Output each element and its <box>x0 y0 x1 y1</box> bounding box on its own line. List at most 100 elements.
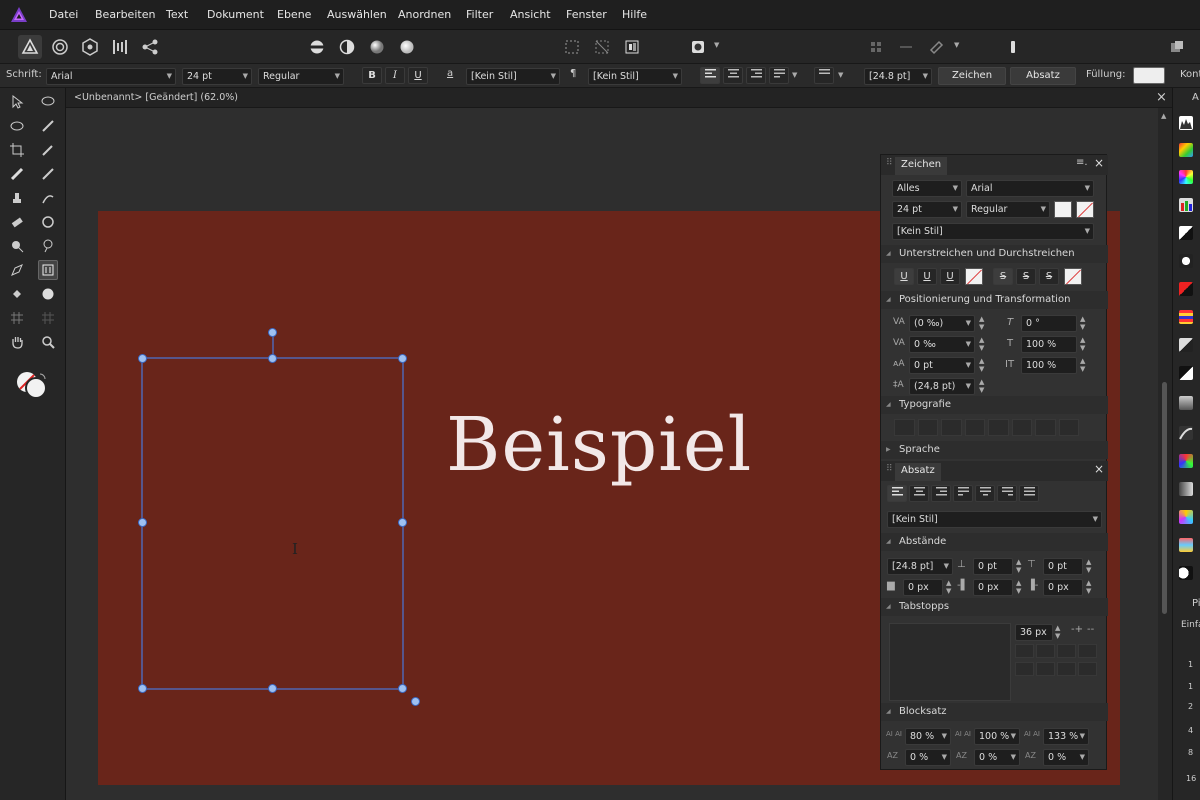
tab-absatz[interactable]: Absatz <box>895 463 941 481</box>
justify-icon[interactable] <box>769 67 789 84</box>
para-justify-left-icon[interactable] <box>953 485 973 502</box>
paint-brush-icon[interactable] <box>38 164 58 184</box>
blur-tool-icon[interactable] <box>38 212 58 232</box>
word-desired-field[interactable]: 100 % ▼ <box>974 728 1020 745</box>
bw-icon[interactable] <box>1179 482 1193 496</box>
curve-adjust-icon[interactable] <box>1179 426 1193 440</box>
para-justify-center-icon[interactable] <box>975 485 995 502</box>
stepper-icon[interactable]: ▲ ▼ <box>979 357 984 373</box>
eyedropper-icon[interactable] <box>38 140 58 160</box>
para-align-left-icon[interactable] <box>887 485 907 502</box>
clone-stamp-icon[interactable] <box>7 188 27 208</box>
add-tab-icon[interactable]: -+ <box>1071 624 1083 635</box>
subscript-icon[interactable] <box>1011 419 1032 436</box>
remove-tab-icon[interactable]: -- <box>1087 624 1094 635</box>
text-bg-swatch[interactable] <box>1076 201 1094 218</box>
panel-style-select[interactable]: Regular ▼ <box>966 201 1050 218</box>
space-after-field[interactable]: 0 pt <box>1043 558 1083 575</box>
para-style-select[interactable]: [Kein Stil] ▼ <box>588 68 682 85</box>
stepper-icon[interactable]: ▲ ▼ <box>979 336 984 352</box>
pen-tool-icon[interactable] <box>7 260 27 280</box>
panel-menu-icon[interactable]: ≡. <box>1076 157 1088 168</box>
stepper-icon[interactable]: ▲ ▼ <box>1080 357 1085 373</box>
tab-stops-list[interactable] <box>889 623 1011 701</box>
align-left-icon[interactable] <box>700 67 720 84</box>
panel-size-field[interactable]: 24 pt ▼ <box>892 201 962 218</box>
section-position[interactable]: Positionierung und Transformation <box>881 291 1108 309</box>
align-grid-icon[interactable] <box>864 35 888 59</box>
link-dropdown-icon[interactable]: ▼ <box>954 41 959 49</box>
text-frame-tool-icon[interactable] <box>38 260 58 280</box>
stepper-icon[interactable]: ▲ ▼ <box>1080 336 1085 352</box>
underline-double-button[interactable]: U <box>917 268 937 285</box>
para-justify-all-icon[interactable] <box>1019 485 1039 502</box>
menu-ansicht[interactable]: Ansicht <box>510 8 551 21</box>
underline-thick-button[interactable]: U <box>940 268 960 285</box>
contrast-icon[interactable] <box>335 35 359 59</box>
ellipse-select-icon[interactable] <box>7 116 27 136</box>
zoom-tool-icon[interactable] <box>38 332 58 352</box>
kerning-field[interactable]: 0 ‰ ▼ <box>909 336 975 353</box>
space-before-field[interactable]: 0 pt <box>973 558 1013 575</box>
para-align-center-icon[interactable] <box>909 485 929 502</box>
lasso-tool-icon[interactable] <box>38 92 58 112</box>
text-fill-swatch[interactable] <box>1054 201 1072 218</box>
panel-font-select[interactable]: Arial ▼ <box>966 180 1094 197</box>
word-min-field[interactable]: 80 % ▼ <box>905 728 951 745</box>
vignette-icon[interactable] <box>1179 566 1193 580</box>
grip-icon[interactable]: ⠿ <box>886 464 893 474</box>
text-overflow-handle[interactable] <box>411 697 420 706</box>
menu-fenster[interactable]: Fenster <box>566 8 607 21</box>
section-language[interactable]: Sprache <box>881 441 1108 459</box>
font-family-select[interactable]: Arial ▼ <box>46 68 176 85</box>
bold-button[interactable]: B <box>362 67 382 84</box>
healing-icon[interactable] <box>38 188 58 208</box>
left-indent-field[interactable]: 0 px <box>973 579 1013 596</box>
link-icon[interactable] <box>924 35 948 59</box>
word-max-field[interactable]: 133 % ▼ <box>1043 728 1089 745</box>
letter-desired-field[interactable]: 0 % ▼ <box>974 749 1020 766</box>
stepper-icon[interactable]: ▲ ▼ <box>946 579 951 595</box>
stepper-icon[interactable]: ▲ ▼ <box>1086 579 1091 595</box>
selective-color-icon[interactable] <box>1179 510 1193 524</box>
ligature-icon[interactable] <box>917 419 938 436</box>
brush-tool-icon[interactable] <box>38 116 58 136</box>
menu-datei[interactable]: Datei <box>49 8 78 21</box>
para-style-select[interactable]: [Kein Stil] ▼ <box>887 511 1102 528</box>
tab-center-icon[interactable] <box>1036 644 1055 658</box>
sample-text[interactable]: Beispiel <box>446 395 752 495</box>
color-swatch-icon[interactable] <box>14 368 50 402</box>
text-frame-icon[interactable] <box>1001 35 1025 59</box>
threshold-icon[interactable] <box>1179 366 1193 380</box>
resize-handle-l[interactable] <box>138 518 147 527</box>
scroll-up-icon[interactable]: ▲ <box>1161 112 1166 120</box>
leader-dash-icon[interactable] <box>1057 662 1076 676</box>
snapping-icon[interactable] <box>686 35 710 59</box>
export-persona-icon[interactable] <box>78 35 102 59</box>
crop-tool-icon[interactable] <box>7 140 27 160</box>
mesh-warp-icon[interactable] <box>7 308 27 328</box>
panel-leading-field[interactable]: (24,8 pt) ▼ <box>909 378 975 395</box>
zeichen-button[interactable]: Zeichen <box>938 67 1006 85</box>
stepper-icon[interactable]: ▲ ▼ <box>1055 624 1060 640</box>
histogram-icon[interactable] <box>1179 116 1193 130</box>
menu-hilfe[interactable]: Hilfe <box>622 8 647 21</box>
section-justification[interactable]: Blocksatz <box>881 703 1108 721</box>
stepper-icon[interactable]: ▲ ▼ <box>1080 315 1085 331</box>
strike-single-button[interactable]: S <box>993 268 1013 285</box>
section-underline[interactable]: Unterstreichen und Durchstreichen <box>881 245 1108 263</box>
resize-handle-r[interactable] <box>398 518 407 527</box>
menu-bearbeiten[interactable]: Bearbeiten <box>95 8 155 21</box>
letter-max-field[interactable]: 0 % ▼ <box>1043 749 1089 766</box>
hsl-icon[interactable] <box>1179 454 1193 468</box>
vertical-scrollbar[interactable]: ▲ <box>1158 108 1172 800</box>
rotate-handle[interactable] <box>268 328 277 337</box>
small-caps-icon[interactable] <box>1035 419 1056 436</box>
fill-swatch[interactable] <box>1133 67 1165 84</box>
brightness-icon[interactable] <box>1179 254 1193 268</box>
resize-handle-tr[interactable] <box>398 354 407 363</box>
letter-min-field[interactable]: 0 % ▼ <box>905 749 951 766</box>
underline-color-swatch[interactable] <box>965 268 983 285</box>
menu-text[interactable]: Text <box>166 8 188 21</box>
valign-dropdown-icon[interactable]: ▼ <box>838 71 843 79</box>
